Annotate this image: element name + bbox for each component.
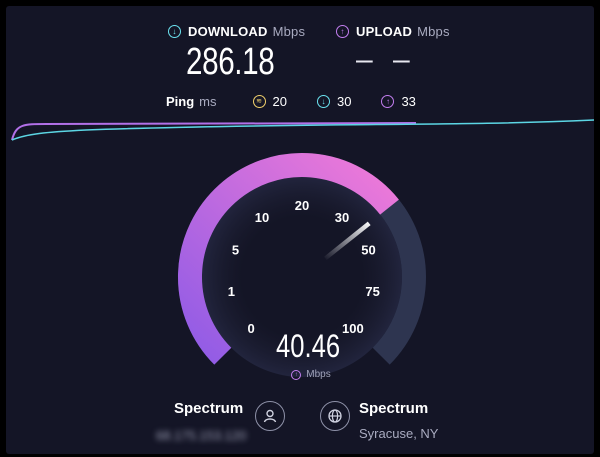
current-speed-unit: ↑ Mbps bbox=[276, 369, 346, 380]
gauge-tick-label: 5 bbox=[232, 242, 239, 257]
gauge-tick-label: 20 bbox=[295, 198, 309, 213]
gauge-tick-label: 0 bbox=[247, 321, 254, 336]
current-speed-value: 40.46 bbox=[276, 328, 341, 364]
gauge-tick-label: 75 bbox=[365, 284, 379, 299]
speedtest-screen: ↓ DOWNLOAD Mbps 286.18 ↑ UPLOAD Mbps – –… bbox=[6, 6, 594, 454]
client-ip: 68.175.153.120 bbox=[156, 428, 247, 443]
person-icon[interactable] bbox=[255, 401, 285, 431]
gauge-tick-label: 10 bbox=[255, 210, 269, 225]
gauge-tick-label: 1 bbox=[228, 284, 235, 299]
gauge-tick-label: 100 bbox=[342, 321, 364, 336]
upload-arrow-icon: ↑ bbox=[291, 369, 302, 380]
server-location: Syracuse, NY bbox=[359, 426, 439, 441]
upload-graph-line bbox=[11, 122, 417, 141]
current-speed-unit-label: Mbps bbox=[306, 369, 331, 380]
globe-icon[interactable] bbox=[320, 401, 350, 431]
speed-gauge: 0 1 5 10 20 30 50 75 100 bbox=[11, 119, 594, 377]
server-provider: Spectrum bbox=[359, 400, 429, 417]
client-provider: Spectrum bbox=[174, 400, 244, 417]
gauge-tick-label: 50 bbox=[361, 242, 375, 257]
gauge-tick-label: 30 bbox=[335, 210, 349, 225]
